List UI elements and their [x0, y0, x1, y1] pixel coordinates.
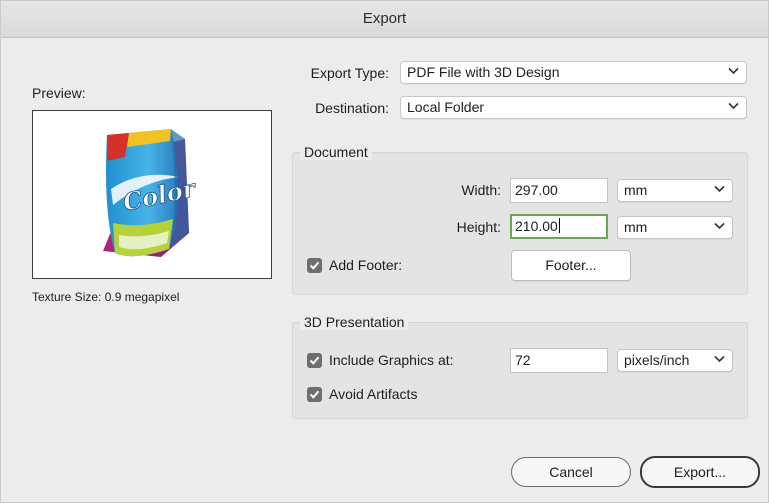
add-footer-label: Add Footer: [329, 257, 403, 273]
chevron-down-icon [714, 180, 726, 201]
height-input-value: 210.00 [515, 218, 558, 234]
export-button[interactable]: Export... [640, 456, 760, 488]
cancel-button[interactable]: Cancel [511, 457, 631, 487]
chevron-down-icon [728, 62, 740, 83]
preview-label: Preview: [32, 85, 86, 101]
height-unit-select[interactable]: mm [617, 216, 733, 239]
document-group-title: Document [300, 144, 372, 160]
texture-size-text: Texture Size: 0.9 megapixel [32, 290, 180, 304]
height-unit-value: mm [624, 219, 648, 235]
window-title: Export [1, 1, 768, 38]
preview-image: Color [32, 110, 272, 279]
resolution-input[interactable]: 72 [510, 348, 608, 373]
height-label: Height: [456, 219, 501, 235]
destination-label: Destination: [315, 100, 389, 116]
export-type-select[interactable]: PDF File with 3D Design [400, 61, 747, 84]
destination-select[interactable]: Local Folder [400, 96, 747, 119]
width-label: Width: [461, 182, 501, 198]
export-type-label: Export Type: [310, 65, 389, 81]
presentation-group-title: 3D Presentation [300, 314, 409, 330]
checkmark-icon [309, 356, 320, 365]
checkmark-icon [309, 261, 320, 270]
resolution-unit-select[interactable]: pixels/inch [617, 349, 733, 372]
export-dialog: Export Preview: Color Texture Size: 0.9 … [0, 0, 769, 503]
product-pouch-image: Color [103, 129, 200, 257]
chevron-down-icon [714, 217, 726, 238]
width-unit-value: mm [624, 182, 648, 198]
export-type-value: PDF File with 3D Design [407, 64, 560, 80]
checkmark-icon [309, 390, 320, 399]
include-graphics-label: Include Graphics at: [329, 352, 454, 368]
resolution-unit-value: pixels/inch [624, 352, 690, 368]
chevron-down-icon [714, 350, 726, 371]
avoid-artifacts-checkbox[interactable] [307, 387, 322, 402]
height-input[interactable]: 210.00 [510, 214, 608, 239]
destination-value: Local Folder [407, 99, 485, 115]
text-caret [558, 218, 560, 233]
include-graphics-checkbox[interactable] [307, 353, 322, 368]
width-input[interactable]: 297.00 [510, 178, 608, 203]
avoid-artifacts-label: Avoid Artifacts [329, 386, 418, 402]
add-footer-checkbox[interactable] [307, 258, 322, 273]
width-unit-select[interactable]: mm [617, 179, 733, 202]
chevron-down-icon [728, 97, 740, 118]
footer-button[interactable]: Footer... [511, 250, 631, 281]
